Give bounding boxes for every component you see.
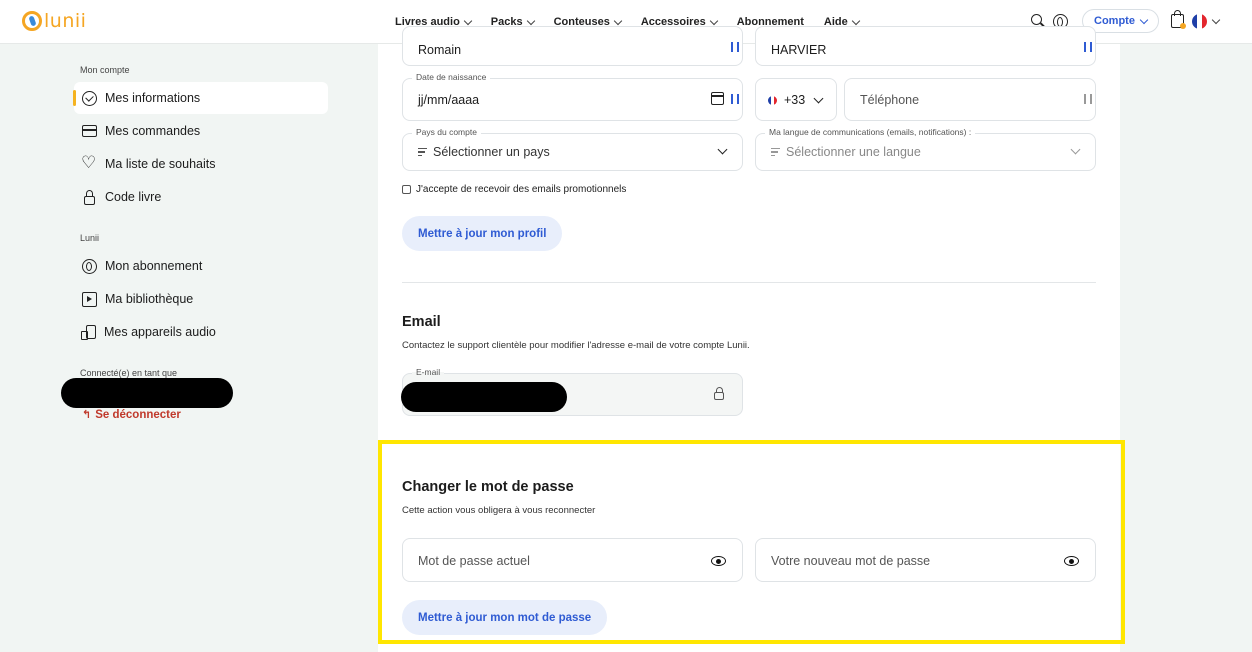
language-placeholder: Sélectionner une langue (786, 145, 921, 159)
phone-prefix-select[interactable]: +33 (755, 78, 837, 121)
smile-check-icon (82, 90, 97, 106)
password-section-description: Cette action vous obligera à vous reconn… (402, 505, 596, 516)
cart-icon[interactable] (1170, 10, 1186, 29)
sidebar-item-label: Mes commandes (105, 124, 201, 138)
lunii-logo-icon (22, 11, 42, 31)
new-password-placeholder: Votre nouveau mot de passe (771, 554, 931, 568)
sidebar-item-appareils-audio[interactable]: Mes appareils audio (74, 316, 328, 348)
sidebar-item-label: Mes informations (105, 91, 201, 105)
heart-icon (81, 153, 97, 173)
logout-label: Se déconnecter (95, 408, 181, 421)
phone-prefix-value: +33 (784, 93, 806, 107)
account-label: Compte (1094, 15, 1135, 27)
account-form-panel: Romain HARVIER Date de naissance jj/mm/a… (378, 26, 1120, 652)
first-name-value: Romain (418, 43, 462, 57)
section-divider (402, 282, 1096, 283)
current-password-input[interactable]: Mot de passe actuel (402, 538, 743, 582)
newsletter-checkbox[interactable] (402, 185, 411, 194)
birthdate-label: Date de naissance (412, 72, 491, 82)
sidebar-section-lunii: Lunii (80, 233, 100, 243)
chevron-down-icon (1070, 144, 1081, 155)
chevron-down-icon (526, 16, 535, 25)
chevron-down-icon (813, 93, 824, 104)
flag-fr-icon (768, 96, 777, 105)
phone-placeholder: Téléphone (860, 93, 920, 107)
birthdate-field[interactable]: Date de naissance jj/mm/aaaa (402, 72, 743, 121)
list-icon (771, 148, 780, 157)
first-name-field[interactable]: Romain (402, 26, 743, 66)
sidebar-item-mes-commandes[interactable]: Mes commandes (74, 115, 328, 147)
eye-icon[interactable] (711, 556, 726, 566)
sidebar-item-label: Ma bibliothèque (105, 292, 194, 306)
keyboard-icon (731, 94, 739, 104)
last-name-field[interactable]: HARVIER (755, 26, 1096, 66)
country-label: Pays du compte (412, 127, 481, 137)
keyboard-icon (731, 42, 739, 52)
update-profile-button[interactable]: Mettre à jour mon profil (402, 216, 563, 251)
sidebar-item-mes-informations[interactable]: Mes informations (73, 82, 328, 114)
connected-as-label: Connecté(e) en tant que (80, 368, 178, 378)
language-select[interactable]: Ma langue de communications (emails, not… (755, 127, 1096, 171)
sidebar-item-bibliotheque[interactable]: Ma bibliothèque (74, 283, 328, 315)
language-label: Ma langue de communications (emails, not… (765, 127, 976, 137)
flag-fr-icon[interactable] (1191, 13, 1207, 29)
last-name-value: HARVIER (771, 43, 827, 57)
sidebar-item-label: Ma liste de souhaits (105, 157, 216, 171)
chevron-down-icon (709, 16, 718, 25)
chevron-down-icon (1139, 15, 1149, 24)
lunii-logo[interactable]: lunii (22, 9, 86, 33)
phone-input[interactable]: Téléphone (844, 78, 1096, 121)
newsletter-label[interactable]: J'accepte de recevoir des emails promoti… (416, 184, 626, 195)
password-section-title: Changer le mot de passe (402, 479, 574, 495)
country-placeholder: Sélectionner un pays (433, 145, 550, 159)
email-section-description: Contactez le support clientèle pour modi… (402, 340, 750, 351)
lock-icon (714, 387, 724, 400)
current-password-placeholder: Mot de passe actuel (418, 554, 530, 568)
birthdate-value: jj/mm/aaaa (418, 93, 480, 107)
library-icon (82, 291, 97, 307)
redacted-username (61, 378, 233, 408)
keyboard-icon (1084, 42, 1092, 52)
update-password-button[interactable]: Mettre à jour mon mot de passe (402, 600, 608, 635)
sidebar-item-label: Mon abonnement (105, 259, 203, 273)
email-label: E-mail (412, 367, 445, 377)
devices-icon (81, 325, 96, 340)
chevron-down-icon[interactable] (1211, 15, 1221, 24)
chevron-down-icon (613, 16, 623, 25)
sidebar-item-abonnement[interactable]: Mon abonnement (74, 250, 328, 282)
sidebar-item-liste-souhaits[interactable]: Ma liste de souhaits (74, 148, 328, 180)
sidebar-item-code-livre[interactable]: Code livre (74, 181, 328, 213)
sidebar-item-label: Code livre (105, 190, 162, 204)
email-section-title: Email (402, 314, 441, 330)
chevron-down-icon (851, 16, 861, 25)
logout-link[interactable]: ↰ Se déconnecter (82, 408, 181, 421)
email-field: E-mail (401, 367, 743, 416)
list-icon (418, 148, 427, 157)
country-select[interactable]: Pays du compte Sélectionner un pays (402, 127, 743, 171)
keyboard-icon (1084, 94, 1092, 104)
sidebar-section-account: Mon compte (80, 65, 130, 75)
new-password-input[interactable]: Votre nouveau mot de passe (755, 538, 1096, 582)
logo-text: lunii (44, 10, 87, 32)
chevron-down-icon (717, 144, 728, 155)
eye-icon[interactable] (1064, 556, 1079, 566)
redacted-email (401, 382, 567, 412)
subscription-icon (82, 258, 97, 274)
logout-icon: ↰ (82, 408, 92, 421)
sidebar-item-label: Mes appareils audio (104, 325, 216, 339)
credit-card-icon (82, 125, 97, 137)
chevron-down-icon (463, 16, 473, 25)
calendar-icon[interactable] (711, 92, 724, 105)
lock-icon (84, 189, 95, 205)
